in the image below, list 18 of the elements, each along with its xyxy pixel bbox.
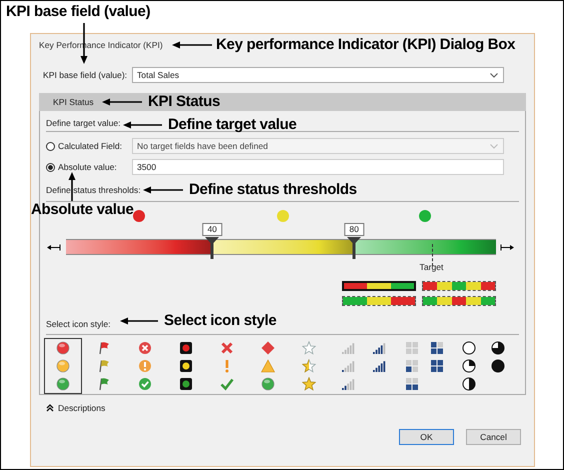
target-label: Target	[420, 262, 444, 272]
dialog-button[interactable]: Cancel	[466, 429, 521, 445]
callout-label: KPI Status	[148, 93, 220, 111]
threshold-value[interactable]: 80	[344, 223, 364, 236]
callout-label: Define target value	[168, 116, 297, 134]
threshold-value[interactable]: 40	[202, 223, 222, 236]
target-value-input[interactable]: 3500	[132, 159, 504, 175]
callout-label: Absolute value	[31, 201, 134, 219]
radio-label: Absolute value:	[58, 162, 117, 172]
descriptions-toggle[interactable]: Descriptions	[58, 403, 106, 413]
base-field-dropdown[interactable]: Total Sales	[132, 67, 504, 83]
radio-label: Calculated Field:	[58, 141, 122, 151]
field-label: KPI base field (value):	[42, 70, 128, 80]
callout-label: KPI base field (value)	[6, 3, 150, 21]
callout-label: Select icon style	[164, 312, 276, 330]
callout-label: Define status thresholds	[189, 181, 357, 199]
callout-label: Key performance Indicator (KPI) Dialog Box	[216, 36, 516, 54]
dialog-button[interactable]: OK	[399, 429, 454, 445]
